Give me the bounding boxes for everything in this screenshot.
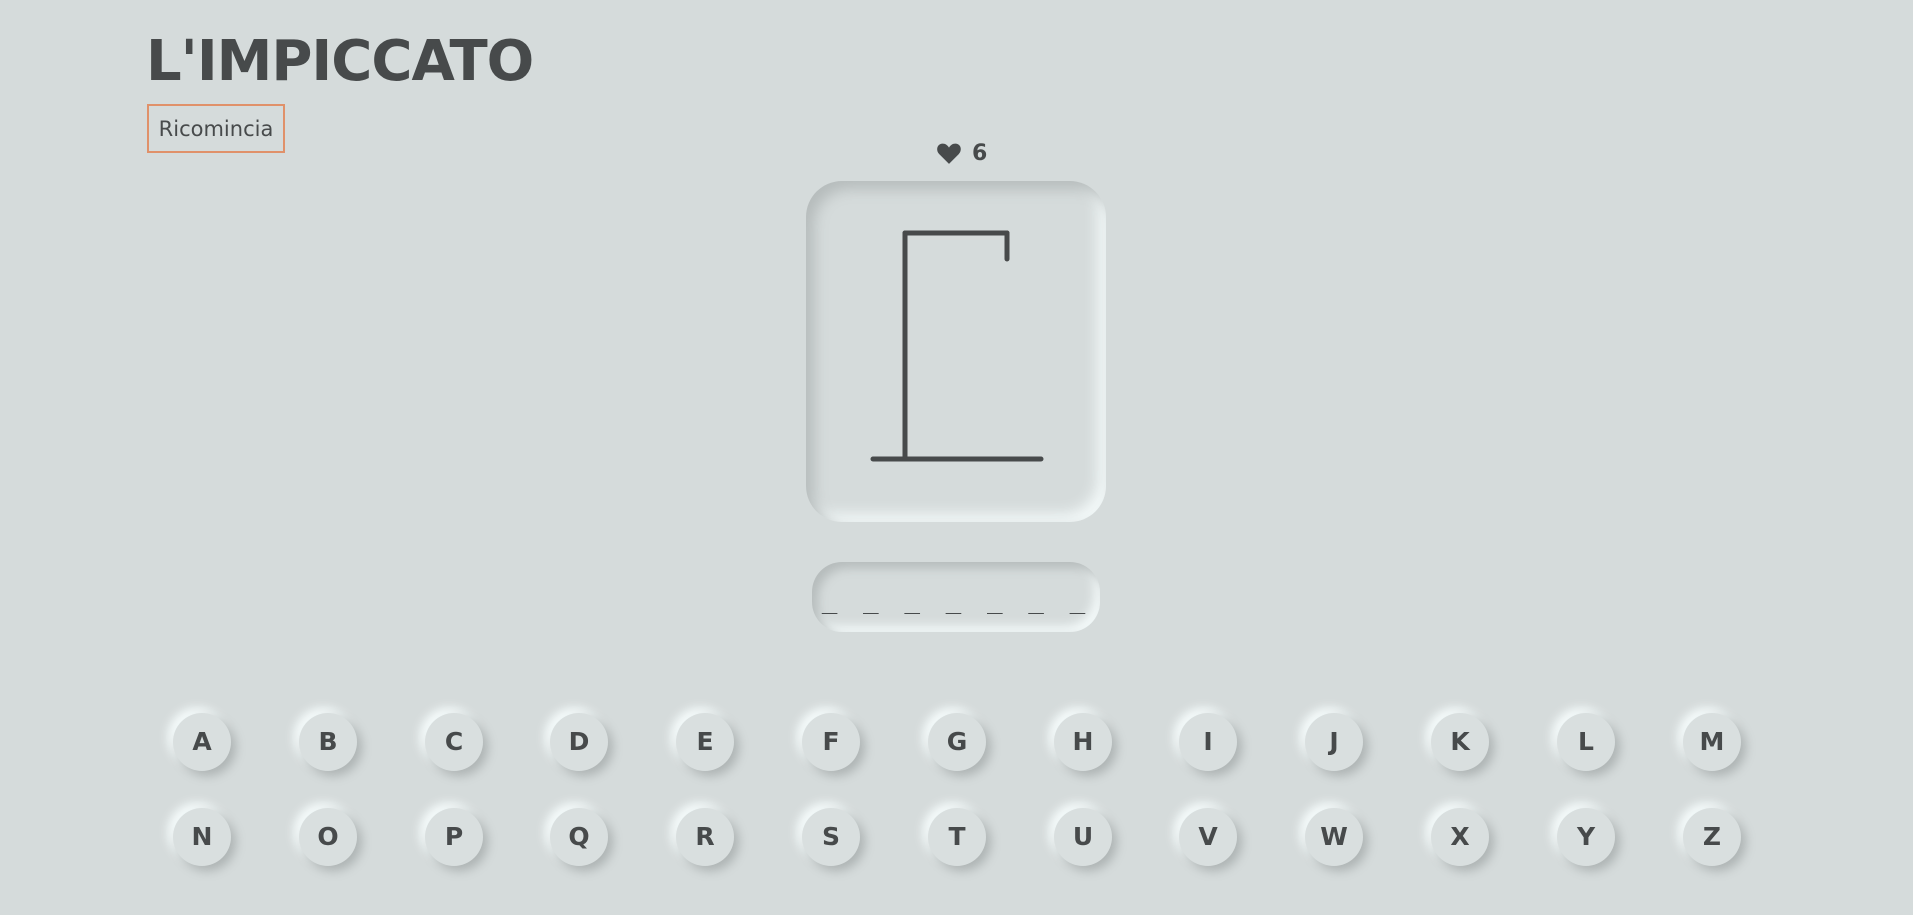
- letter-key-o[interactable]: O: [299, 808, 357, 866]
- letter-key-p[interactable]: P: [425, 808, 483, 866]
- restart-button[interactable]: Ricomincia: [147, 104, 285, 153]
- letter-key-n[interactable]: N: [173, 808, 231, 866]
- letter-key-r[interactable]: R: [676, 808, 734, 866]
- heart-icon: [937, 143, 961, 164]
- letter-key-d[interactable]: D: [550, 713, 608, 771]
- hidden-word: _ _ _ _ _ _ _: [821, 585, 1091, 615]
- letter-key-m[interactable]: M: [1683, 713, 1741, 771]
- gallows-drawing: [870, 230, 1044, 462]
- letter-key-t[interactable]: T: [928, 808, 986, 866]
- lives-counter: 6: [936, 136, 987, 170]
- word-display: _ _ _ _ _ _ _: [812, 562, 1100, 632]
- letter-key-w[interactable]: W: [1305, 808, 1363, 866]
- letter-key-j[interactable]: J: [1305, 713, 1363, 771]
- letter-key-v[interactable]: V: [1179, 808, 1237, 866]
- gallows-panel: [806, 181, 1106, 522]
- letter-key-a[interactable]: A: [173, 713, 231, 771]
- letter-key-g[interactable]: G: [928, 713, 986, 771]
- letter-key-i[interactable]: I: [1179, 713, 1237, 771]
- letter-key-h[interactable]: H: [1054, 713, 1112, 771]
- letter-key-f[interactable]: F: [802, 713, 860, 771]
- letter-key-q[interactable]: Q: [550, 808, 608, 866]
- letter-key-y[interactable]: Y: [1557, 808, 1615, 866]
- letter-key-u[interactable]: U: [1054, 808, 1112, 866]
- letter-key-c[interactable]: C: [425, 713, 483, 771]
- letter-key-e[interactable]: E: [676, 713, 734, 771]
- lives-count: 6: [972, 140, 988, 166]
- letter-key-b[interactable]: B: [299, 713, 357, 771]
- letter-key-s[interactable]: S: [802, 808, 860, 866]
- letter-key-x[interactable]: X: [1431, 808, 1489, 866]
- letter-key-k[interactable]: K: [1431, 713, 1489, 771]
- letter-key-l[interactable]: L: [1557, 713, 1615, 771]
- letter-key-z[interactable]: Z: [1683, 808, 1741, 866]
- page-title: L'IMPICCATO: [146, 29, 534, 94]
